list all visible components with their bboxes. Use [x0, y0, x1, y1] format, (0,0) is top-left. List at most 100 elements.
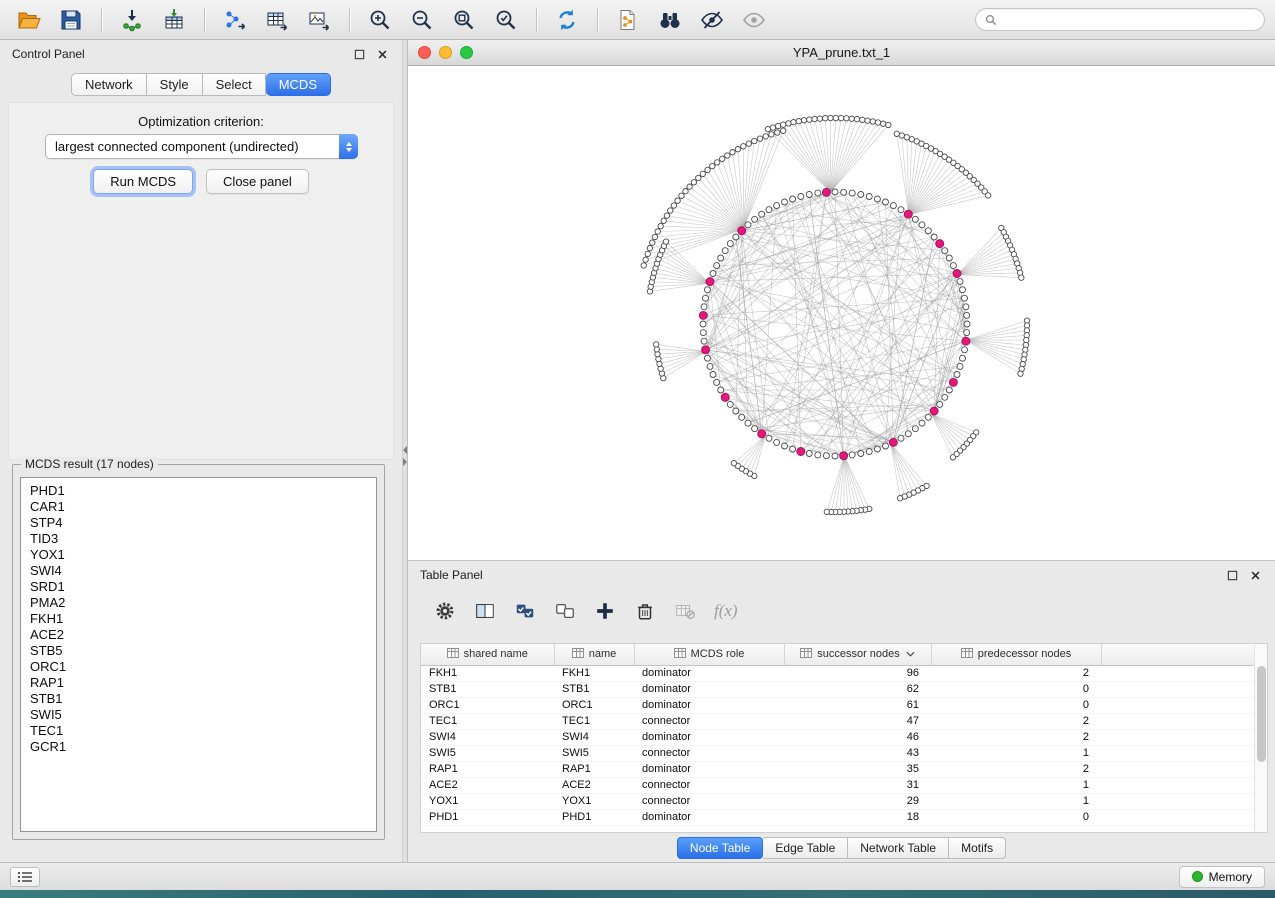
collapse-right-icon[interactable]: [403, 458, 407, 466]
network-dominator-node[interactable]: [738, 227, 746, 235]
zoom-fit-button[interactable]: [445, 5, 483, 35]
node-table-row[interactable]: STB1STB1dominator620: [421, 681, 1254, 697]
table-tab-node-table[interactable]: Node Table: [677, 837, 764, 859]
network-node[interactable]: [931, 234, 937, 240]
mcds-result-item[interactable]: STP4: [21, 515, 376, 531]
network-node[interactable]: [727, 401, 733, 407]
memory-button[interactable]: Memory: [1179, 866, 1265, 888]
network-satellite-node[interactable]: [796, 119, 801, 124]
network-satellite-node[interactable]: [645, 251, 650, 256]
network-satellite-node[interactable]: [671, 203, 676, 208]
network-node[interactable]: [962, 347, 968, 353]
network-dominator-node[interactable]: [936, 240, 944, 248]
network-satellite-node[interactable]: [838, 115, 843, 120]
network-node[interactable]: [823, 453, 829, 459]
network-satellite-node[interactable]: [668, 208, 673, 213]
network-satellite-node[interactable]: [849, 116, 854, 121]
table-tab-edge-table[interactable]: Edge Table: [763, 837, 848, 859]
network-satellite-node[interactable]: [741, 144, 746, 149]
mcds-result-item[interactable]: SWI5: [21, 707, 376, 723]
run-mcds-button[interactable]: Run MCDS: [93, 169, 193, 194]
apply-layout-button[interactable]: [548, 5, 586, 35]
network-node[interactable]: [714, 263, 720, 269]
network-node[interactable]: [898, 207, 904, 213]
network-satellite-node[interactable]: [860, 117, 865, 122]
network-satellite-node[interactable]: [1019, 275, 1024, 280]
delete-table-button[interactable]: [672, 598, 698, 624]
network-node[interactable]: [710, 372, 716, 378]
zoom-out-button[interactable]: [403, 5, 441, 35]
network-node[interactable]: [954, 372, 960, 378]
network-satellite-node[interactable]: [725, 153, 730, 158]
network-dominator-node[interactable]: [702, 346, 710, 354]
window-zoom-button[interactable]: [460, 46, 473, 59]
network-node[interactable]: [960, 287, 966, 293]
deselect-all-button[interactable]: [552, 598, 578, 624]
network-node[interactable]: [866, 194, 872, 200]
network-node[interactable]: [700, 330, 706, 336]
network-node[interactable]: [774, 439, 780, 445]
control-tab-style[interactable]: Style: [147, 73, 203, 96]
network-node[interactable]: [905, 431, 911, 437]
network-node[interactable]: [858, 192, 864, 198]
network-satellite-node[interactable]: [950, 455, 955, 460]
close-panel-button[interactable]: Close panel: [206, 169, 309, 194]
network-satellite-node[interactable]: [675, 198, 680, 203]
network-satellite-node[interactable]: [791, 120, 796, 125]
close-table-panel-button[interactable]: [1247, 567, 1263, 583]
network-node[interactable]: [874, 196, 880, 202]
node-table-row[interactable]: FKH1FKH1dominator962: [421, 665, 1254, 681]
network-satellite-node[interactable]: [655, 229, 660, 234]
network-node[interactable]: [798, 194, 804, 200]
network-satellite-node[interactable]: [650, 240, 655, 245]
network-satellite-node[interactable]: [775, 123, 780, 128]
network-satellite-node[interactable]: [664, 213, 669, 218]
network-node[interactable]: [946, 387, 952, 393]
network-satellite-node[interactable]: [720, 156, 725, 161]
network-satellite-node[interactable]: [865, 118, 870, 123]
network-satellite-node[interactable]: [700, 171, 705, 176]
network-satellite-node[interactable]: [730, 150, 735, 155]
network-node[interactable]: [722, 248, 728, 254]
network-satellite-node[interactable]: [881, 121, 886, 126]
network-node[interactable]: [866, 449, 872, 455]
network-satellite-node[interactable]: [854, 117, 859, 122]
node-table-row[interactable]: ACE2ACE2connector311: [421, 777, 1254, 793]
table-tab-motifs[interactable]: Motifs: [949, 837, 1006, 859]
network-dominator-node[interactable]: [822, 188, 830, 196]
network-dominator-node[interactable]: [721, 393, 729, 401]
network-satellite-node[interactable]: [801, 118, 806, 123]
network-node[interactable]: [718, 387, 724, 393]
show-panels-button[interactable]: [10, 867, 40, 887]
mcds-result-item[interactable]: FKH1: [21, 611, 376, 627]
network-node[interactable]: [849, 190, 855, 196]
network-satellite-node[interactable]: [875, 120, 880, 125]
network-node[interactable]: [957, 279, 963, 285]
column-header-predecessor-nodes[interactable]: predecessor nodes: [931, 644, 1101, 665]
network-dominator-node[interactable]: [840, 452, 848, 460]
network-dominator-node[interactable]: [904, 210, 912, 218]
network-dominator-node[interactable]: [797, 448, 805, 456]
network-node[interactable]: [890, 203, 896, 209]
network-satellite-node[interactable]: [765, 127, 770, 132]
column-header-MCDS-role[interactable]: MCDS role: [634, 644, 784, 665]
network-satellite-node[interactable]: [683, 189, 688, 194]
node-table-row[interactable]: TEC1TEC1connector472: [421, 713, 1254, 729]
table-tab-network-table[interactable]: Network Table: [848, 837, 949, 859]
network-node[interactable]: [937, 401, 943, 407]
network-satellite-node[interactable]: [844, 116, 849, 121]
network-node[interactable]: [705, 355, 711, 361]
window-close-button[interactable]: [418, 46, 431, 59]
network-node[interactable]: [745, 420, 751, 426]
network-canvas[interactable]: [408, 66, 1275, 560]
node-table-row[interactable]: SWI5SWI5connector431: [421, 745, 1254, 761]
table-scrollbar[interactable]: [1254, 644, 1267, 832]
network-node[interactable]: [912, 216, 918, 222]
network-dominator-node[interactable]: [949, 378, 957, 386]
network-node[interactable]: [790, 196, 796, 202]
network-node[interactable]: [705, 287, 711, 293]
import-table-button[interactable]: [155, 5, 193, 35]
mcds-result-item[interactable]: ACE2: [21, 627, 376, 643]
network-node[interactable]: [739, 414, 745, 420]
network-satellite-node[interactable]: [781, 122, 786, 127]
